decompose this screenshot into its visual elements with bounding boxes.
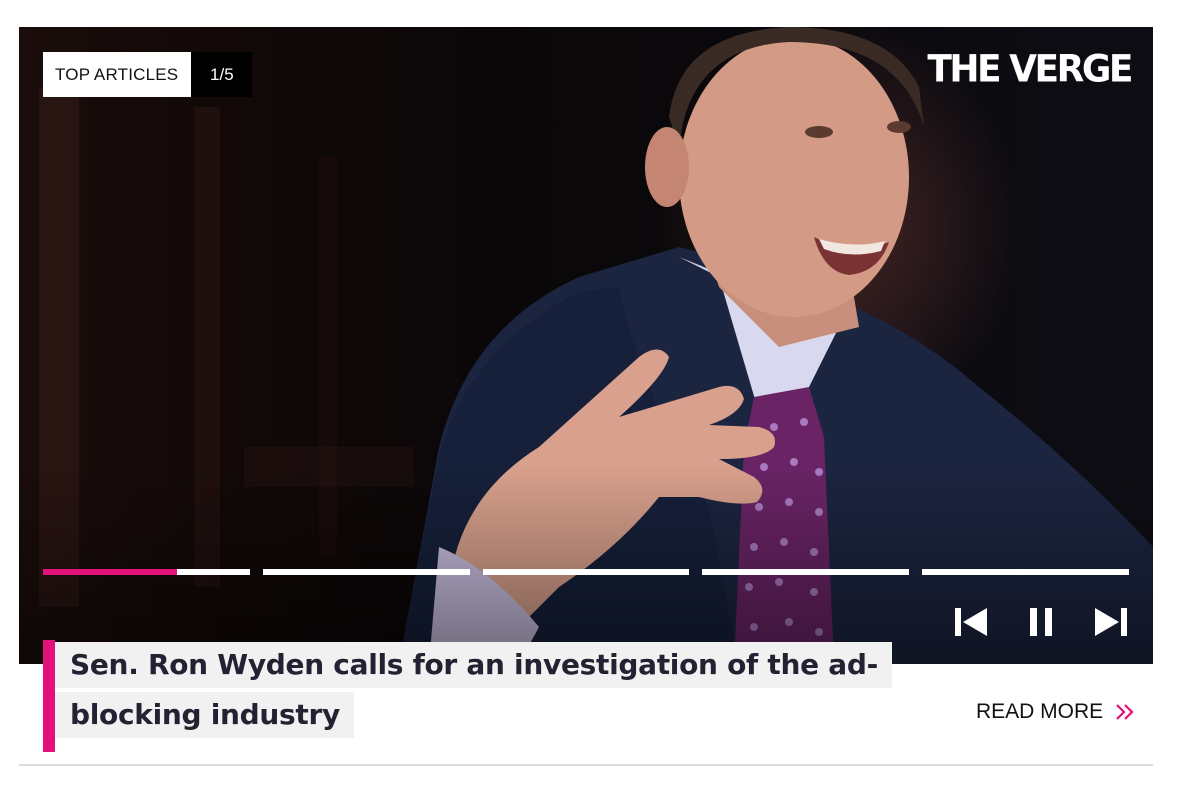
read-more-link[interactable]: READ MORE (976, 700, 1135, 724)
divider (19, 764, 1153, 766)
read-more-label: READ MORE (976, 700, 1104, 723)
hero-slide[interactable]: TOP ARTICLES 1/5 THE VERGE (19, 27, 1153, 664)
progress-fill (43, 569, 178, 575)
skip-next-icon (1095, 608, 1127, 636)
slide-counter: 1/5 (191, 52, 253, 97)
double-chevron-right-icon (1116, 704, 1134, 720)
previous-button[interactable] (951, 602, 991, 642)
headline-text[interactable]: Sen. Ron Wyden calls for an investigatio… (55, 642, 892, 738)
the-verge-logo[interactable]: THE VERGE (927, 48, 1133, 91)
progress-segment[interactable] (43, 569, 250, 575)
skip-previous-icon (955, 608, 987, 636)
badge-label: TOP ARTICLES (43, 52, 192, 97)
top-articles-badge: TOP ARTICLES 1/5 (43, 52, 253, 97)
next-button[interactable] (1091, 602, 1131, 642)
slide-progress (43, 569, 1129, 575)
top-articles-widget: TOP ARTICLES 1/5 THE VERGE Sen. Ron Wyde… (0, 0, 1200, 796)
slideshow-controls (951, 602, 1131, 642)
progress-segment[interactable] (482, 569, 690, 575)
progress-segment[interactable] (922, 569, 1129, 575)
progress-segment[interactable] (262, 569, 470, 575)
pause-icon (1030, 608, 1052, 636)
article-headline[interactable]: Sen. Ron Wyden calls for an investigatio… (55, 640, 923, 740)
progress-segment[interactable] (702, 569, 910, 575)
pause-button[interactable] (1021, 602, 1061, 642)
accent-bar (43, 640, 55, 752)
